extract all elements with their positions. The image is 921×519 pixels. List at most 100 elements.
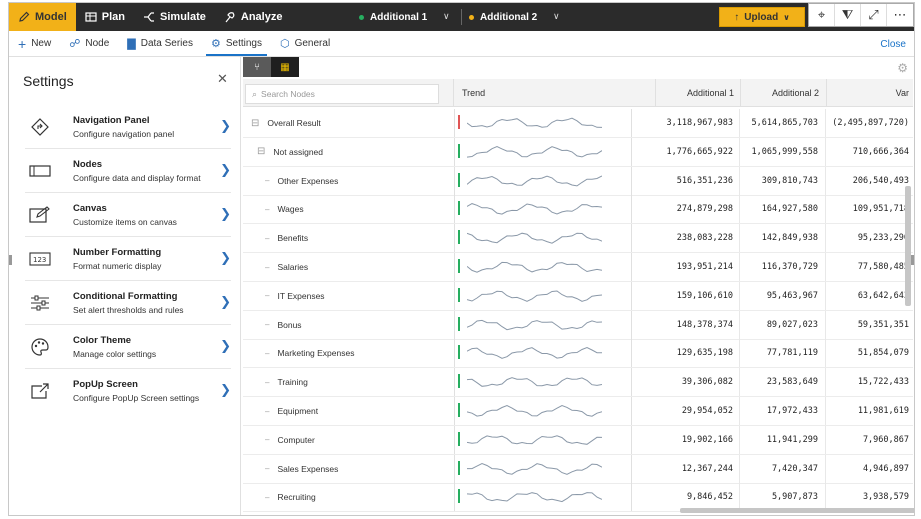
node-cell[interactable]: ⊟ Overall Result	[251, 109, 321, 137]
settings-item-popup-screen[interactable]: PopUp Screen Configure PopUp Screen setti…	[25, 369, 231, 413]
node-cell[interactable]: – Equipment	[265, 397, 318, 425]
node-cell[interactable]: – Benefits	[265, 224, 308, 252]
table-row[interactable]: – Marketing Expenses 129,635,198 77,781,119…	[243, 339, 913, 369]
close-icon[interactable]: ✕	[217, 71, 228, 87]
header-additional-2[interactable]: Additional 2	[740, 79, 826, 107]
data-series-button[interactable]: ▇ Data Series	[118, 31, 202, 56]
node-cell[interactable]: – Recruiting	[265, 483, 316, 511]
value-cell-c2[interactable]: 116,370,729	[740, 253, 826, 281]
scenario-2-chevron-icon[interactable]: ∨	[553, 11, 560, 22]
mode-plan-button[interactable]: Plan	[76, 3, 134, 31]
node-cell[interactable]: – Computer	[265, 426, 315, 454]
new-button[interactable]: + New	[9, 31, 60, 56]
value-cell-c1[interactable]: 159,106,610	[655, 281, 740, 310]
value-cell-c1[interactable]: 193,951,214	[655, 253, 740, 281]
table-row[interactable]: – IT Expenses 159,106,610 95,463,967 63,642,…	[243, 281, 913, 311]
node-cell[interactable]: ⊟ Not assigned	[257, 138, 323, 166]
value-cell-c1[interactable]: 19,902,166	[655, 425, 740, 454]
value-cell-c3[interactable]: (2,495,897,720)	[826, 109, 913, 137]
node-cell[interactable]: – Bonus	[265, 311, 302, 339]
resize-handle-left[interactable]	[9, 255, 12, 265]
value-cell-c2[interactable]: 23,583,649	[740, 368, 826, 397]
settings-item-number-formatting[interactable]: 123 Number Formatting Format numeric disp…	[25, 237, 231, 281]
value-cell-c2[interactable]: 5,614,865,703	[740, 109, 826, 137]
value-cell-c1[interactable]: 148,378,374	[655, 310, 740, 339]
settings-item-color-theme[interactable]: Color Theme Manage color settings ❯	[25, 325, 231, 369]
value-cell-c2[interactable]: 1,065,999,558	[740, 137, 826, 166]
value-cell-c2[interactable]: 95,463,967	[740, 281, 826, 310]
value-cell-c1[interactable]: 12,367,244	[655, 454, 740, 483]
settings-item-conditional-formatting[interactable]: Conditional Formatting Set alert threshol…	[25, 281, 231, 325]
value-cell-c2[interactable]: 17,972,433	[740, 397, 826, 425]
filter-icon[interactable]: ⧨	[835, 4, 861, 26]
value-cell-c2[interactable]: 11,941,299	[740, 425, 826, 454]
table-row[interactable]: – Equipment 29,954,052 17,972,433 11,981,619	[243, 397, 913, 426]
grid-view-icon[interactable]: ▦	[271, 57, 299, 77]
close-link[interactable]: Close	[880, 39, 906, 50]
more-options-icon[interactable]: ⋯	[887, 4, 913, 26]
upload-button[interactable]: ↑ Upload ∨	[719, 7, 805, 27]
value-cell-c1[interactable]: 1,776,665,922	[655, 137, 740, 166]
table-row[interactable]: – Salaries 193,951,214 116,370,729 77,580,48…	[243, 253, 913, 282]
scenario-2-selector[interactable]: Additional 2	[469, 3, 537, 31]
tab-settings[interactable]: ⚙ Settings	[202, 31, 271, 56]
grid-settings-gear-icon[interactable]: ⚙	[897, 61, 908, 75]
value-cell-c3[interactable]: 63,642,643	[826, 282, 913, 310]
table-row[interactable]: – Wages 274,879,298 164,927,580 109,951,718	[243, 195, 913, 225]
table-row[interactable]: – Sales Expenses 12,367,244 7,420,347 4,946,…	[243, 454, 913, 484]
value-cell-c2[interactable]: 164,927,580	[740, 195, 826, 224]
settings-item-navigation-panel[interactable]: Navigation Panel Configure navigation pan…	[25, 105, 231, 149]
value-cell-c3[interactable]: 4,946,897	[826, 455, 913, 483]
table-row[interactable]: – Benefits 238,083,228 142,849,938 95,233,29…	[243, 224, 913, 254]
table-row[interactable]: – Bonus 148,378,374 89,027,023 59,351,351	[243, 310, 913, 340]
value-cell-c3[interactable]: 710,666,364	[826, 138, 913, 166]
table-row[interactable]: – Training 39,306,082 23,583,649 15,722,433	[243, 368, 913, 398]
scenario-1-selector[interactable]: Additional 1	[359, 3, 427, 31]
value-cell-c1[interactable]: 3,118,967,983	[655, 109, 740, 137]
header-trend[interactable]: Trend	[453, 79, 632, 107]
value-cell-c1[interactable]: 129,635,198	[655, 339, 740, 368]
value-cell-c3[interactable]: 77,580,485	[826, 253, 913, 281]
value-cell-c1[interactable]: 39,306,082	[655, 368, 740, 397]
collapse-icon[interactable]: ⊟	[257, 146, 265, 157]
tab-general[interactable]: ⬡ General	[271, 31, 339, 56]
value-cell-c2[interactable]: 7,420,347	[740, 454, 826, 483]
table-row[interactable]: ⊟ Not assigned 1,776,665,922 1,065,999,558 7…	[243, 137, 913, 167]
value-cell-c1[interactable]: 238,083,228	[655, 224, 740, 253]
value-cell-c3[interactable]: 15,722,433	[826, 368, 913, 396]
value-cell-c3[interactable]: 11,981,619	[826, 397, 913, 425]
value-cell-c2[interactable]: 309,810,743	[740, 166, 826, 195]
focus-mode-icon[interactable]: ⤢	[861, 4, 887, 26]
tree-view-icon[interactable]: ⑂	[243, 57, 271, 77]
node-cell[interactable]: – Salaries	[265, 253, 308, 281]
value-cell-c3[interactable]: 109,951,718	[826, 195, 913, 223]
value-cell-c2[interactable]: 142,849,938	[740, 224, 826, 253]
settings-item-nodes[interactable]: Nodes Configure data and display format ❯	[25, 149, 231, 193]
node-cell[interactable]: – Sales Expenses	[265, 455, 338, 483]
value-cell-c1[interactable]: 516,351,236	[655, 166, 740, 195]
value-cell-c2[interactable]: 89,027,023	[740, 310, 826, 339]
value-cell-c1[interactable]: 29,954,052	[655, 397, 740, 425]
table-row[interactable]: – Computer 19,902,166 11,941,299 7,960,867	[243, 425, 913, 455]
scenario-1-chevron-icon[interactable]: ∨	[443, 11, 450, 22]
settings-item-canvas[interactable]: Canvas Customize items on canvas ❯	[25, 193, 231, 237]
node-cell[interactable]: – Other Expenses	[265, 167, 338, 195]
horizontal-scrollbar[interactable]	[680, 508, 914, 513]
value-cell-c3[interactable]: 7,960,867	[826, 426, 913, 454]
node-cell[interactable]: – Marketing Expenses	[265, 339, 354, 367]
node-cell[interactable]: – Wages	[265, 195, 304, 223]
value-cell-c3[interactable]: 206,540,493	[826, 167, 913, 195]
mode-simulate-button[interactable]: Simulate	[134, 3, 215, 31]
resize-handle-right[interactable]	[911, 255, 914, 265]
mode-analyze-button[interactable]: Analyze	[215, 3, 292, 31]
node-cell[interactable]: – Training	[265, 368, 308, 396]
value-cell-c3[interactable]: 51,854,079	[826, 339, 913, 367]
value-cell-c2[interactable]: 77,781,119	[740, 339, 826, 368]
value-cell-c3[interactable]: 95,233,290	[826, 224, 913, 252]
header-var[interactable]: Var	[826, 79, 913, 107]
vertical-scrollbar[interactable]	[905, 186, 911, 306]
collapse-icon[interactable]: ⊟	[251, 118, 259, 129]
header-additional-1[interactable]: Additional 1	[655, 79, 740, 107]
node-cell[interactable]: – IT Expenses	[265, 282, 325, 310]
table-row[interactable]: – Other Expenses 516,351,236 309,810,743 206…	[243, 166, 913, 196]
